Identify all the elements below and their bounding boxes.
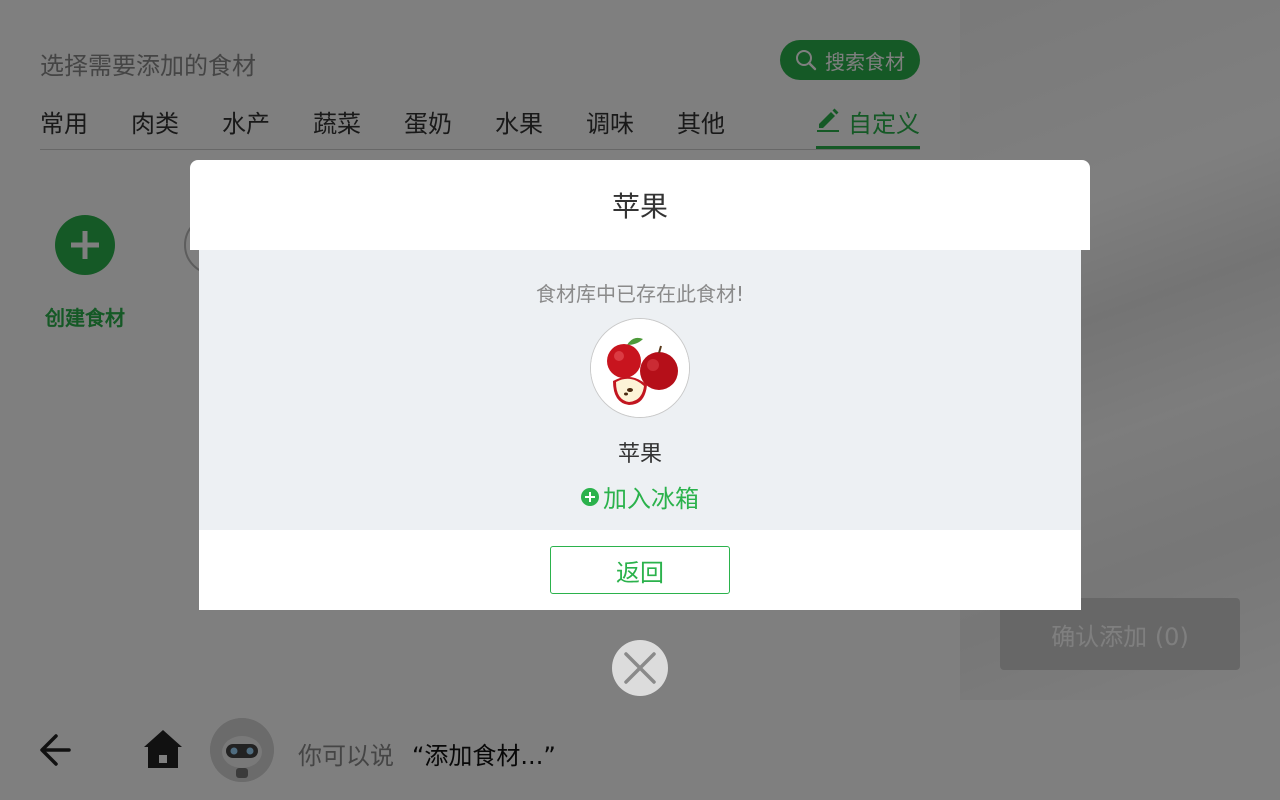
close-icon <box>624 652 656 684</box>
close-dialog-button[interactable] <box>612 640 668 696</box>
apple-icon <box>591 319 689 417</box>
return-button[interactable]: 返回 <box>550 546 730 594</box>
dialog-footer: 返回 <box>199 530 1081 610</box>
apple-image <box>590 318 690 418</box>
dialog-message: 食材库中已存在此食材! <box>535 282 745 306</box>
plus-circle-icon <box>581 487 599 506</box>
dialog-item-name: 苹果 <box>617 442 662 467</box>
dialog-title: 苹果 <box>611 190 668 223</box>
add-to-fridge-button[interactable]: 加入冰箱 <box>199 479 1081 514</box>
add-to-fridge-label: 加入冰箱 <box>603 485 699 513</box>
dialog-header: 苹果 <box>190 160 1090 250</box>
dialog-body: 食材库中已存在此食材! 苹果 加入冰箱 <box>199 250 1081 530</box>
